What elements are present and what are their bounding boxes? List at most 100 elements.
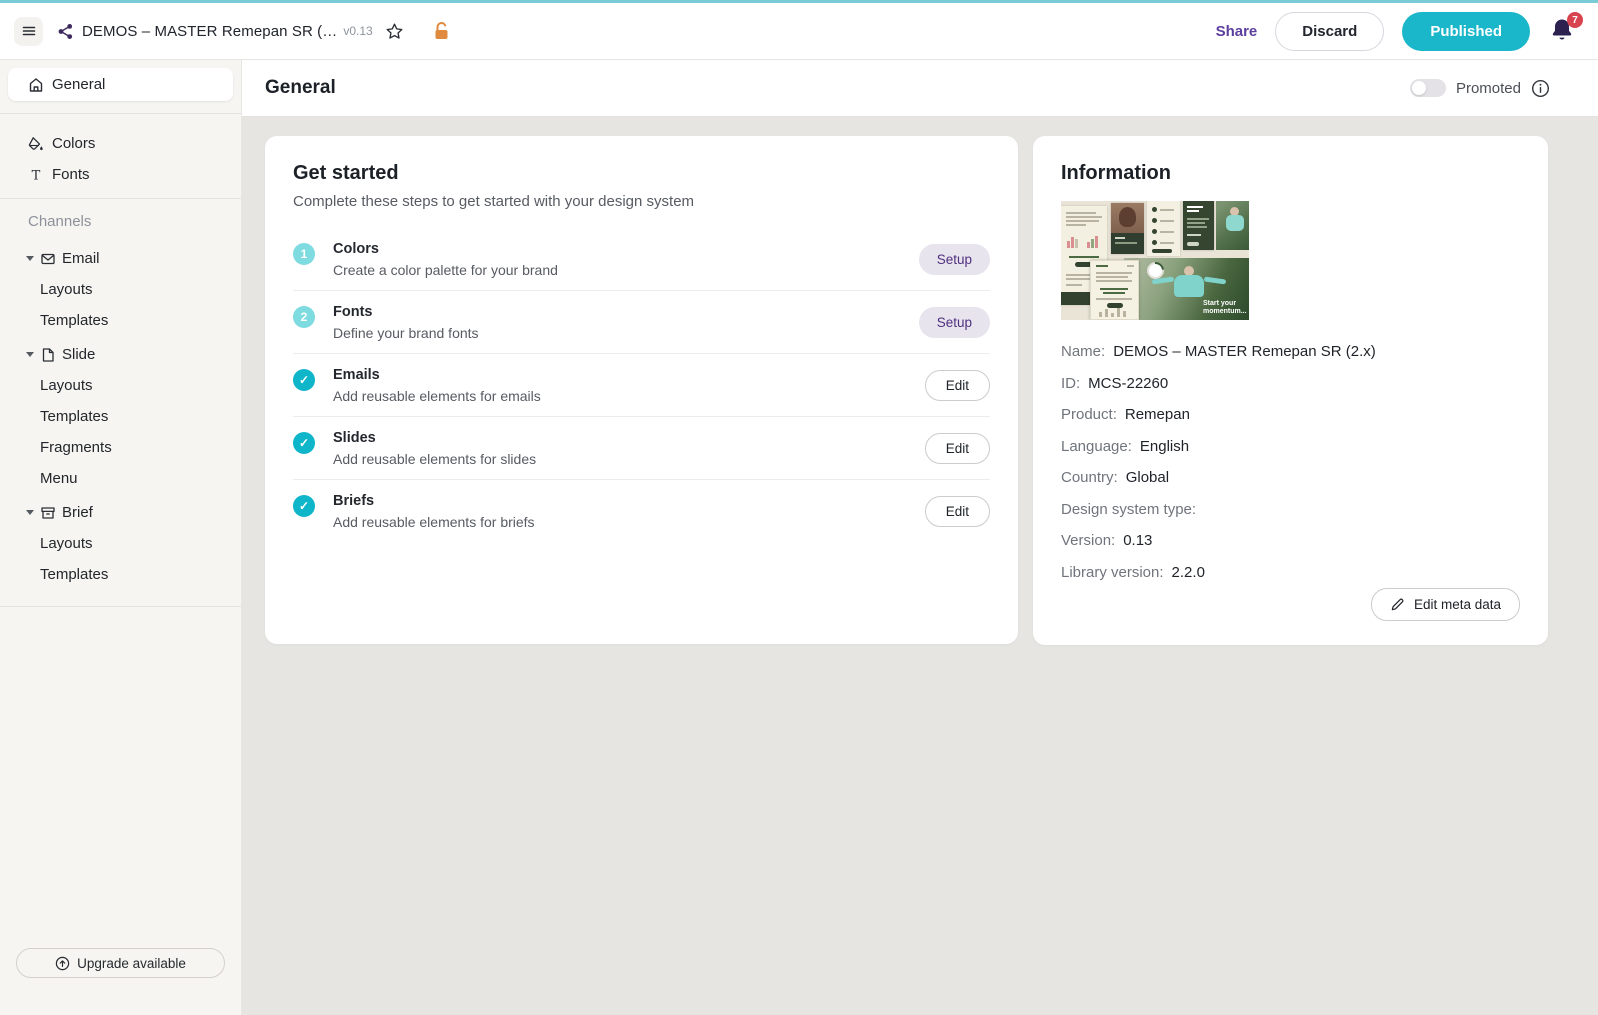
step-description: Add reusable elements for briefs (333, 514, 925, 530)
information-field-row: Design system type: (1061, 494, 1520, 526)
sidebar-divider (0, 113, 241, 114)
field-label: ID: (1061, 368, 1080, 400)
chevron-down-icon[interactable] (26, 352, 34, 357)
step-indicator: ✓ (293, 432, 315, 454)
notification-badge: 7 (1567, 12, 1583, 28)
step-briefs-edit-button[interactable]: Edit (925, 496, 990, 527)
step-text: Fonts Define your brand fonts (333, 304, 919, 341)
information-title: Information (1061, 162, 1520, 185)
step-colors-setup-button[interactable]: Setup (919, 244, 990, 275)
thumbnail-art (1111, 203, 1144, 254)
get-started-step-row: 1 Colors Create a color palette for your… (293, 228, 990, 291)
get-started-subtitle: Complete these steps to get started with… (293, 193, 990, 210)
information-fields: Name: DEMOS – MASTER Remepan SR (2.x) ID… (1061, 336, 1520, 588)
app-window: DEMOS – MASTER Remepan SR (… v0.13 Share… (0, 0, 1598, 1015)
channel-label: Email (62, 250, 100, 267)
information-field-row: Product: Remepan (1061, 399, 1520, 431)
content-area: Get started Complete these steps to get … (242, 117, 1598, 1015)
paint-bucket-icon (28, 136, 44, 152)
promoted-control: Promoted (1410, 79, 1550, 98)
thumbnail-art (1147, 201, 1180, 256)
favorite-star-button[interactable] (385, 22, 404, 41)
sidebar-slide-templates[interactable]: Templates (0, 401, 241, 432)
topbar-actions: Share Discard Published 7 (1216, 12, 1578, 51)
published-button[interactable]: Published (1402, 12, 1530, 51)
step-title: Colors (333, 241, 919, 257)
promoted-label: Promoted (1456, 80, 1521, 97)
step-emails-edit-button[interactable]: Edit (925, 370, 990, 401)
archive-box-icon (40, 505, 56, 521)
information-field-row: Version: 0.13 (1061, 525, 1520, 557)
discard-button[interactable]: Discard (1275, 12, 1384, 51)
step-description: Create a color palette for your brand (333, 262, 919, 278)
arrow-up-circle-icon (55, 956, 70, 971)
information-field-row: Country: Global (1061, 462, 1520, 494)
unlocked-padlock-icon[interactable] (432, 21, 451, 41)
upgrade-available-button[interactable]: Upgrade available (16, 948, 225, 978)
step-indicator: ✓ (293, 495, 315, 517)
chevron-down-icon[interactable] (26, 510, 34, 515)
notifications-button[interactable]: 7 (1548, 16, 1578, 46)
sidebar-channel-brief[interactable]: Brief (0, 497, 241, 528)
sidebar-channel-slide[interactable]: Slide (0, 339, 241, 370)
page-title: General (265, 77, 336, 99)
share-button[interactable]: Share (1216, 23, 1258, 40)
edit-meta-label: Edit meta data (1414, 597, 1501, 612)
sidebar-item-label: Colors (52, 135, 95, 152)
document-title: DEMOS – MASTER Remepan SR (… (82, 23, 337, 40)
brief-children: LayoutsTemplates (0, 528, 241, 590)
information-card: Information (1033, 136, 1548, 645)
field-label: Design system type: (1061, 494, 1196, 526)
sidebar-slide-menu[interactable]: Menu (0, 463, 241, 494)
sidebar-slide-fragments[interactable]: Fragments (0, 432, 241, 463)
step-slides-edit-button[interactable]: Edit (925, 433, 990, 464)
information-field-row: Name: DEMOS – MASTER Remepan SR (2.x) (1061, 336, 1520, 368)
sidebar-email-layouts[interactable]: Layouts (0, 274, 241, 305)
step-description: Add reusable elements for slides (333, 451, 925, 467)
field-value: MCS-22260 (1088, 368, 1168, 400)
information-field-row: Library version: 2.2.0 (1061, 557, 1520, 589)
step-indicator: ✓ (293, 369, 315, 391)
step-title: Fonts (333, 304, 919, 320)
sidebar: General Colors T Fonts Channels (0, 60, 242, 1015)
step-title: Slides (333, 430, 925, 446)
information-field-row: ID: MCS-22260 (1061, 368, 1520, 400)
field-value: DEMOS – MASTER Remepan SR (2.x) (1113, 336, 1376, 368)
hamburger-icon (21, 23, 37, 39)
get-started-title: Get started (293, 162, 990, 185)
promoted-toggle[interactable] (1410, 79, 1446, 97)
sidebar-brief-templates[interactable]: Templates (0, 559, 241, 590)
hamburger-menu-button[interactable] (14, 17, 43, 46)
get-started-step-row: 2 Fonts Define your brand fonts Setup (293, 291, 990, 354)
sidebar-divider (0, 606, 241, 607)
channels-section-header: Channels (0, 207, 241, 240)
get-started-step-row: ✓ Slides Add reusable elements for slide… (293, 417, 990, 480)
share-network-icon (57, 23, 74, 40)
sidebar-channel-email[interactable]: Email (0, 243, 241, 274)
step-title: Emails (333, 367, 925, 383)
email-children: LayoutsTemplates (0, 274, 241, 336)
field-label: Name: (1061, 336, 1105, 368)
sidebar-item-label: Fonts (52, 166, 90, 183)
step-text: Slides Add reusable elements for slides (333, 430, 925, 467)
chevron-down-icon[interactable] (26, 256, 34, 261)
sidebar-item-colors[interactable]: Colors (0, 128, 241, 159)
home-icon (28, 77, 44, 93)
get-started-card: Get started Complete these steps to get … (265, 136, 1018, 644)
sidebar-brief-layouts[interactable]: Layouts (0, 528, 241, 559)
sidebar-item-general[interactable]: General (8, 68, 233, 101)
sidebar-item-fonts[interactable]: T Fonts (0, 159, 241, 190)
step-fonts-setup-button[interactable]: Setup (919, 307, 990, 338)
field-value: 0.13 (1123, 525, 1152, 557)
step-title: Briefs (333, 493, 925, 509)
info-icon[interactable] (1531, 79, 1550, 98)
document-version: v0.13 (343, 24, 372, 38)
step-indicator: 1 (293, 243, 315, 265)
envelope-icon (40, 251, 56, 267)
edit-meta-data-button[interactable]: Edit meta data (1371, 588, 1520, 621)
sidebar-slide-layouts[interactable]: Layouts (0, 370, 241, 401)
design-system-thumbnail: Start your momentum... (1061, 201, 1249, 320)
sidebar-email-templates[interactable]: Templates (0, 305, 241, 336)
step-description: Add reusable elements for emails (333, 388, 925, 404)
toggle-knob (1412, 81, 1426, 95)
